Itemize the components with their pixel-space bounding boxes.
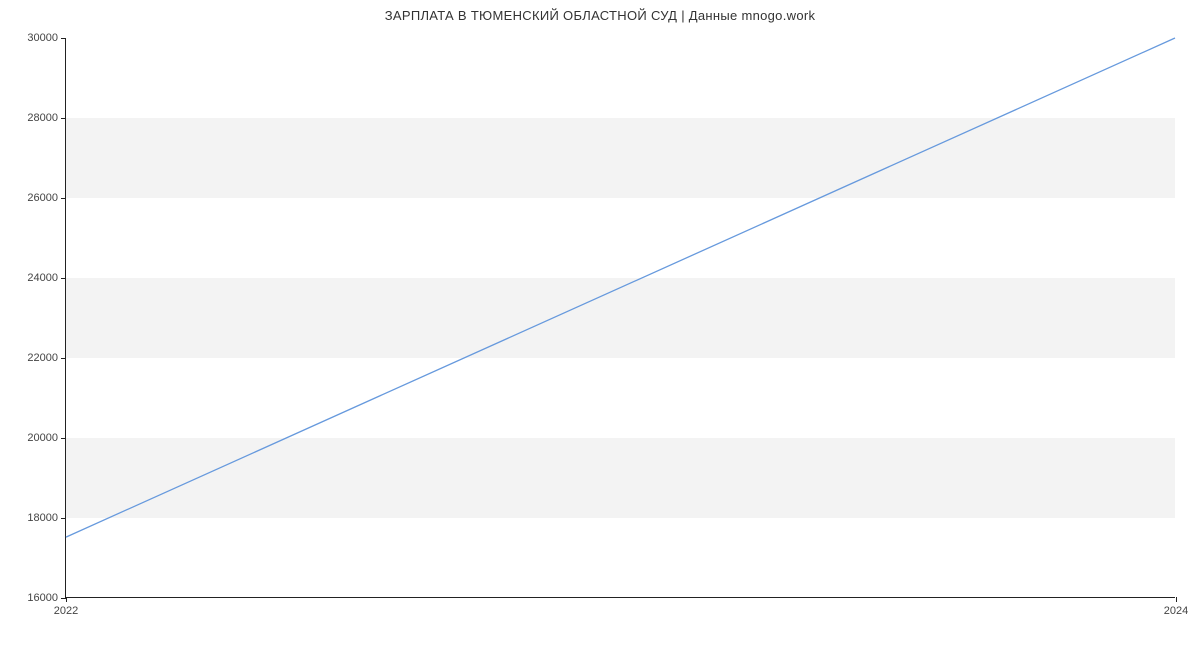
y-tick-label: 20000 [27,432,58,444]
y-tick-mark [61,118,66,119]
data-line [66,38,1175,597]
x-tick-label: 2022 [54,605,78,617]
y-tick-mark [61,38,66,39]
y-tick-label: 26000 [27,192,58,204]
y-tick-label: 24000 [27,272,58,284]
plot-area: 1600018000200002200024000260002800030000… [65,38,1175,598]
x-tick-mark [1176,597,1177,602]
x-tick-mark [66,597,67,602]
y-tick-mark [61,278,66,279]
x-tick-label: 2024 [1164,605,1188,617]
y-tick-label: 22000 [27,352,58,364]
y-tick-label: 18000 [27,512,58,524]
y-tick-label: 16000 [27,592,58,604]
y-tick-label: 30000 [27,32,58,44]
y-tick-mark [61,358,66,359]
chart-title: ЗАРПЛАТА В ТЮМЕНСКИЙ ОБЛАСТНОЙ СУД | Дан… [0,8,1200,23]
y-tick-mark [61,198,66,199]
y-tick-mark [61,438,66,439]
y-tick-label: 28000 [27,112,58,124]
y-tick-mark [61,518,66,519]
